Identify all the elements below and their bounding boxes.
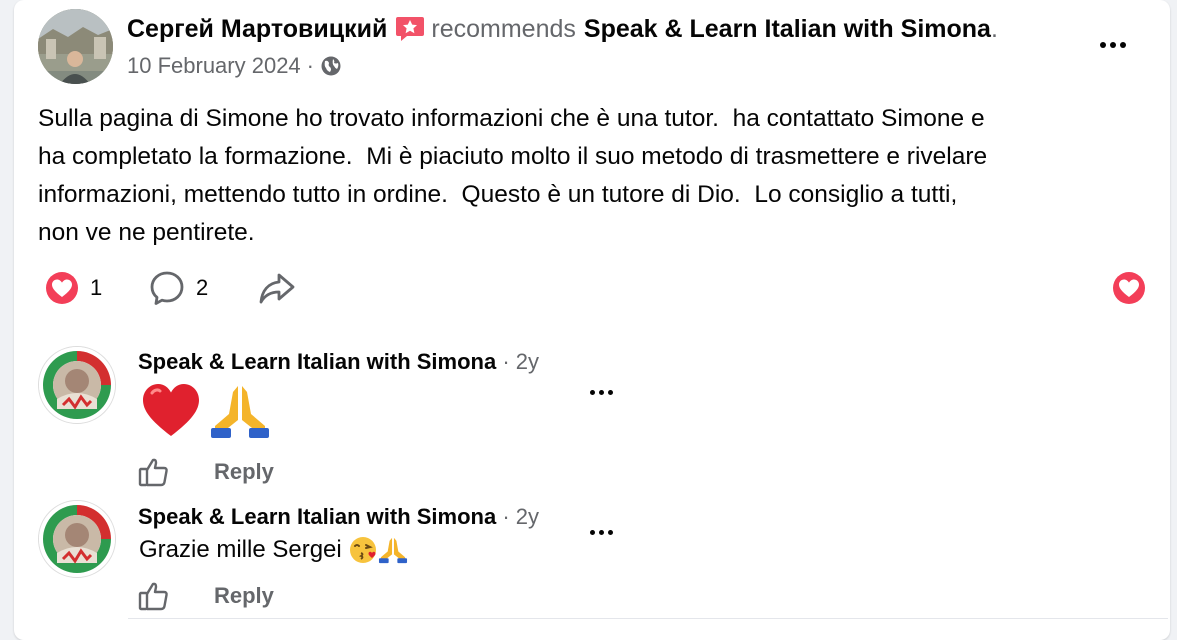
folded-hands-emoji-icon [210, 386, 269, 438]
folded-hands-emoji-icon [379, 537, 408, 564]
comment-avatar[interactable] [38, 346, 116, 424]
comment-header: Speak & Learn Italian with Simona · 2y [138, 347, 539, 377]
meta-separator: · [306, 53, 314, 78]
post-body: Sulla pagina di Simone ho trovato inform… [38, 105, 988, 246]
divider [128, 618, 1168, 619]
author-avatar[interactable] [38, 9, 113, 84]
author-name[interactable]: Сергей Мартовицкий [127, 12, 387, 46]
heart-reaction-summary-icon [1113, 272, 1145, 304]
comment-body: Grazie mille Sergei [139, 533, 408, 567]
post-header: Сергей Мартовицкий recommends Speak & Le… [127, 12, 998, 46]
post-meta: 10 February 2024 · [127, 52, 342, 80]
comment-more-options-icon[interactable] [590, 390, 613, 395]
comment-time[interactable]: 2y [516, 504, 539, 529]
comment-body [140, 380, 271, 444]
comment-actions: Reply [138, 455, 274, 489]
reaction-summary[interactable] [1111, 266, 1147, 310]
recommends-text: recommends [431, 15, 576, 43]
comment-action[interactable]: 2 [148, 266, 208, 310]
comment-icon [150, 271, 184, 305]
reply-button[interactable]: Reply [214, 583, 274, 609]
comment-author[interactable]: Speak & Learn Italian with Simona [138, 349, 496, 374]
reaction-count: 1 [90, 275, 103, 300]
red-heart-emoji-icon [143, 384, 199, 436]
reaction-action[interactable]: 1 [44, 266, 102, 310]
post-more-options-icon[interactable] [1100, 42, 1126, 48]
comment-author[interactable]: Speak & Learn Italian with Simona [138, 504, 496, 529]
share-action[interactable] [257, 266, 297, 310]
comment-count: 2 [196, 275, 209, 300]
recommended-page-name[interactable]: Speak & Learn Italian with Simona [584, 12, 991, 46]
comment-avatar[interactable] [38, 500, 116, 578]
comment-text: Grazie mille Sergei [139, 536, 349, 563]
heart-reaction-icon [46, 272, 78, 304]
face-blowing-kiss-emoji-icon [350, 537, 377, 563]
comment-header: Speak & Learn Italian with Simona · 2y [138, 502, 539, 532]
comment-time[interactable]: 2y [516, 349, 539, 374]
comment-separator: · [502, 349, 510, 374]
recommend-icon [395, 15, 425, 43]
comment-separator: · [502, 504, 510, 529]
trailing-dot: . [990, 15, 998, 43]
globe-icon[interactable] [320, 55, 342, 77]
reply-button[interactable]: Reply [214, 459, 274, 485]
comment-actions: Reply [138, 579, 274, 613]
like-thumb-icon[interactable] [138, 580, 170, 612]
share-icon [259, 273, 295, 304]
like-thumb-icon[interactable] [138, 456, 170, 488]
post-date[interactable]: 10 February 2024 [127, 52, 301, 80]
comment-more-options-icon[interactable] [590, 530, 613, 535]
